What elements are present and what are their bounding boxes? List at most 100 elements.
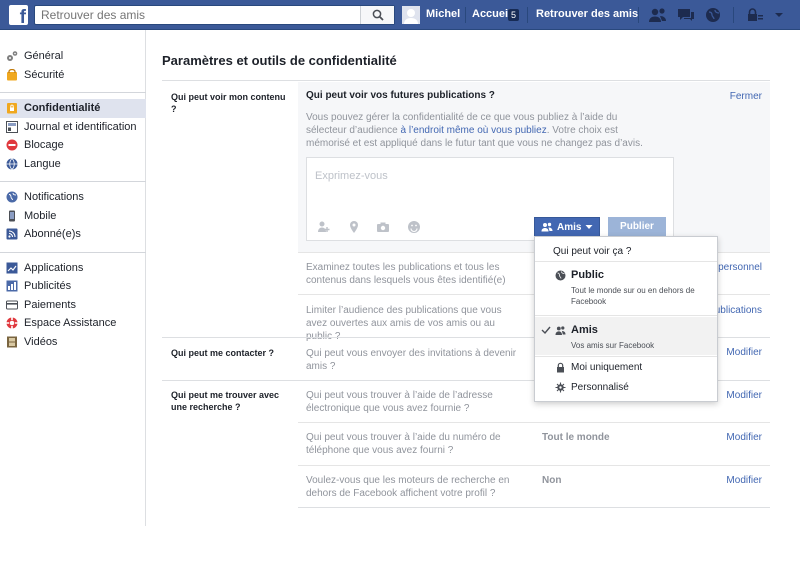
nav-separator: [733, 7, 734, 23]
top-bar: f Michel Accueil 5 Retrouver des amis: [0, 0, 800, 30]
nav-separator: [465, 7, 466, 23]
audience-option-only-me[interactable]: Moi uniquement: [535, 358, 717, 378]
user-silhouette-icon: [404, 9, 418, 24]
search-button[interactable]: [360, 6, 394, 24]
find-friends-link[interactable]: Retrouver des amis: [536, 8, 638, 20]
limit-past-posts-link[interactable]: ublications: [715, 305, 762, 316]
sidebar-item-videos[interactable]: Vidéos: [0, 333, 146, 352]
edit-email-lookup-link[interactable]: Modifier: [726, 390, 762, 401]
timeline-icon: [6, 120, 18, 133]
audience-option-custom[interactable]: Personnalisé: [535, 378, 717, 398]
check-icon: [541, 326, 551, 335]
section-label-content: Qui peut voir mon contenu ?: [171, 92, 286, 114]
lock-icon: [557, 362, 564, 373]
search-icon: [372, 9, 384, 21]
sidebar-item-timeline[interactable]: Journal et identification: [0, 118, 146, 137]
page-title: Paramètres et outils de confidentialité: [162, 53, 397, 68]
home-link[interactable]: Accueil: [472, 8, 511, 20]
friends-icon: [555, 326, 566, 335]
privacy-shortcuts-lock-icon[interactable]: [745, 6, 765, 24]
sidebar-item-language[interactable]: Langue: [0, 155, 146, 174]
friends-icon: [541, 222, 553, 232]
sidebar-item-support[interactable]: Espace Assistance: [0, 314, 146, 333]
expanded-setting-text: Vous pouvez gérer la confidentialité de …: [306, 111, 651, 150]
expanded-setting-title: Qui peut voir vos futures publications ?: [306, 90, 495, 101]
row-divider: [298, 422, 770, 423]
dropdown-divider: [535, 315, 717, 316]
sidebar-group-notifications: Notifications Mobile Abonné(e)s: [0, 182, 146, 253]
email-lookup-text: Qui peut vous trouver à l’aide de l’adre…: [306, 390, 493, 414]
block-icon: [6, 139, 18, 151]
audience-option-friends[interactable]: Amis Vos amis sur Facebook: [535, 317, 717, 355]
location-pin-icon[interactable]: [347, 220, 361, 234]
phone-lookup-text: Qui peut vous trouver à l’aide du numéro…: [306, 432, 501, 456]
row-divider: [298, 465, 770, 466]
sidebar-item-apps[interactable]: Applications: [0, 259, 146, 278]
sidebar-item-label: Journal et identification: [24, 120, 137, 133]
gear-icon: [555, 382, 566, 393]
sidebar-item-label: Blocage: [24, 139, 64, 151]
nav-separator: [527, 7, 528, 23]
audience-selector-link[interactable]: à l’endroit même où vous publiez: [401, 125, 547, 136]
messages-icon[interactable]: [676, 6, 696, 24]
custom-option-label: Personnalisé: [571, 382, 629, 393]
dropdown-header: Qui peut voir ça ?: [553, 246, 632, 257]
sidebar-item-security[interactable]: Sécurité: [0, 66, 146, 85]
home-count-badge: 5: [508, 9, 520, 21]
activity-log-link[interactable]: personnel: [718, 262, 762, 273]
review-tagged-posts-text: Examinez toutes les publications et tous…: [306, 262, 506, 286]
sidebar-item-ads[interactable]: Publicités: [0, 277, 146, 296]
settings-sidebar: Général Sécurité Confidentialité Journal…: [0, 41, 146, 359]
nav-separator: [638, 7, 639, 23]
friends-option-description: Vos amis sur Facebook: [571, 341, 655, 350]
edit-search-engines-link[interactable]: Modifier: [726, 475, 762, 486]
sidebar-item-mobile[interactable]: Mobile: [0, 207, 146, 226]
account-menu-chevron-down-icon[interactable]: [770, 6, 790, 24]
friend-requests-icon[interactable]: [648, 6, 668, 24]
sidebar-item-notifications[interactable]: Notifications: [0, 188, 146, 207]
audience-option-public[interactable]: Public Tout le monde sur ou en dehors de…: [535, 263, 717, 315]
gear-icon: [7, 51, 18, 61]
tag-friends-icon[interactable]: [317, 220, 331, 234]
search-input[interactable]: [35, 6, 355, 24]
sidebar-item-label: Mobile: [24, 209, 57, 222]
edit-phone-lookup-link[interactable]: Modifier: [726, 432, 762, 443]
facebook-logo-icon[interactable]: f: [9, 5, 28, 27]
phone-lookup-value: Tout le monde: [542, 432, 610, 443]
sidebar-item-label: Langue: [24, 157, 61, 170]
apps-icon: [6, 262, 18, 273]
section-label-lookup: Qui peut me trouver avec une recherche ?: [171, 390, 280, 412]
ads-icon: [6, 280, 18, 292]
friend-requests-setting-text: Qui peut vous envoyer des invitations à …: [306, 348, 517, 372]
sidebar-item-label: Publicités: [24, 280, 72, 292]
sidebar-item-blocking[interactable]: Blocage: [0, 136, 146, 155]
globe-notif-icon: [6, 191, 18, 203]
chevron-down-icon: [585, 225, 593, 229]
sidebar-item-privacy[interactable]: Confidentialité: [0, 99, 146, 118]
section-divider: [298, 507, 770, 508]
sidebar-item-payments[interactable]: Paiements: [0, 296, 146, 315]
edit-friend-requests-link[interactable]: Modifier: [726, 347, 762, 358]
lifebuoy-icon: [6, 317, 18, 329]
globe-icon: [6, 157, 18, 170]
audience-dropdown-menu: Qui peut voir ça ? Public Tout le monde …: [534, 236, 718, 402]
only-me-option-label: Moi uniquement: [571, 362, 643, 373]
avatar[interactable]: [402, 6, 420, 24]
audience-selector-label: Amis: [557, 221, 582, 233]
close-link[interactable]: Fermer: [730, 91, 762, 102]
sidebar-group-account: Général Sécurité: [0, 41, 146, 93]
audience-selector-button[interactable]: Amis: [534, 217, 600, 237]
camera-icon[interactable]: [376, 220, 390, 234]
sidebar-item-label: Applications: [24, 261, 84, 274]
sidebar-item-label: Vidéos: [24, 335, 58, 348]
sidebar-item-general[interactable]: Général: [0, 47, 146, 66]
profile-link[interactable]: Michel: [426, 8, 460, 20]
notifications-globe-icon[interactable]: [703, 6, 723, 24]
card-icon: [6, 300, 18, 309]
dropdown-divider: [535, 356, 717, 357]
sidebar-item-followers[interactable]: Abonné(e)s: [0, 225, 146, 244]
sidebar-item-label: Sécurité: [24, 68, 65, 81]
emoji-icon[interactable]: [407, 220, 421, 234]
friends-option-title: Amis: [571, 324, 598, 336]
publish-button[interactable]: Publier: [608, 217, 666, 237]
